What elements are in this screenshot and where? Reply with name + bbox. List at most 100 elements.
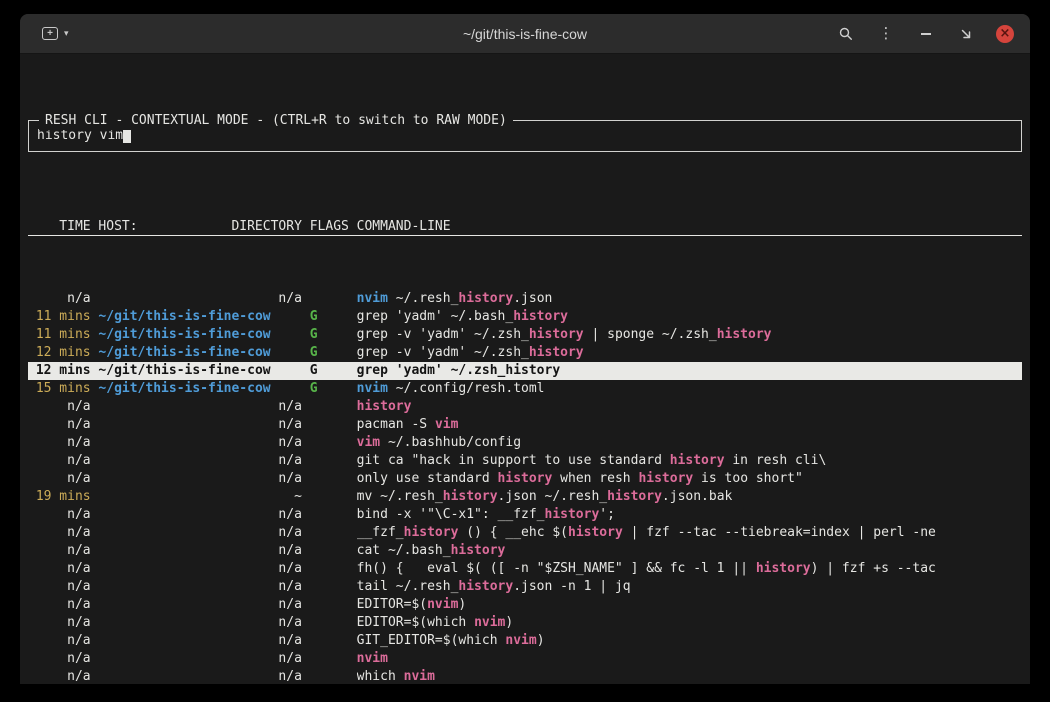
history-row[interactable]: n/an/acat ~/.bash_history bbox=[28, 542, 1022, 560]
row-command: bind -x '"\C-x1": __fzf_history'; bbox=[357, 506, 1022, 524]
search-box: RESH CLI - CONTEXTUAL MODE - (CTRL+R to … bbox=[28, 120, 1022, 152]
new-tab-icon: + bbox=[42, 27, 58, 40]
history-row[interactable]: n/an/awhich nvim bbox=[28, 668, 1022, 684]
row-command: EDITOR=$(which nvim) bbox=[357, 614, 1022, 632]
history-row[interactable]: n/a n/a GIT_EDITOR=$(which nvim) bbox=[28, 632, 1022, 650]
row-host-directory: n/a bbox=[98, 398, 301, 416]
row-time: n/a bbox=[28, 398, 91, 416]
row-command: tail ~/.resh_history.json -n 1 | jq bbox=[357, 578, 1022, 596]
text-cursor bbox=[123, 128, 131, 143]
row-host-directory: n/a bbox=[98, 650, 301, 668]
history-row[interactable]: 11 mins~/git/this-is-fine-cowGgrep -v 'y… bbox=[28, 326, 1022, 344]
history-row-selected[interactable]: 12 mins~/git/this-is-fine-cowGgrep 'yadm… bbox=[28, 362, 1022, 380]
row-time: n/a bbox=[28, 542, 91, 560]
history-row[interactable]: n/an/agit ca "hack in support to use sta… bbox=[28, 452, 1022, 470]
minimize-button[interactable] bbox=[916, 24, 936, 44]
row-host-directory: n/a bbox=[98, 524, 301, 542]
row-host-directory: n/a bbox=[98, 416, 301, 434]
history-row[interactable]: n/an/aEDITOR=$(nvim) bbox=[28, 596, 1022, 614]
row-flags bbox=[310, 524, 349, 542]
row-host-directory: ~/git/this-is-fine-cow bbox=[98, 380, 301, 398]
history-row[interactable]: n/a n/a vim ~/.bashhub/config bbox=[28, 434, 1022, 452]
row-command: GIT_EDITOR=$(which nvim) bbox=[357, 632, 1022, 650]
row-time: n/a bbox=[28, 632, 91, 650]
row-flags bbox=[310, 596, 349, 614]
minimize-icon bbox=[921, 33, 931, 35]
row-time: n/a bbox=[28, 506, 91, 524]
terminal-window: + ▾ ~/git/this-is-fine-cow ⋮ bbox=[20, 14, 1030, 684]
history-row[interactable]: n/a n/a tail ~/.resh_history.json -n 1 | j… bbox=[28, 578, 1022, 596]
row-host-directory: n/a bbox=[98, 578, 301, 596]
row-host-directory: n/a bbox=[98, 434, 301, 452]
row-time: n/a bbox=[28, 290, 91, 308]
search-query: history vim bbox=[37, 128, 123, 143]
history-row[interactable]: n/an/apacman -S vim bbox=[28, 416, 1022, 434]
row-host-directory: n/a bbox=[98, 596, 301, 614]
close-icon: × bbox=[1000, 27, 1011, 40]
row-time: 15 mins bbox=[28, 380, 91, 398]
row-host-directory: n/a bbox=[98, 668, 301, 684]
history-row[interactable]: n/a n/a __fzf_history () { __ehc $(history… bbox=[28, 524, 1022, 542]
row-flags bbox=[310, 506, 349, 524]
history-row[interactable]: n/an/aonly use standard history when res… bbox=[28, 470, 1022, 488]
row-command: mv ~/.resh_history.json ~/.resh_history.… bbox=[357, 488, 1022, 506]
row-command: grep -v 'yadm' ~/.zsh_history | sponge ~… bbox=[357, 326, 1022, 344]
row-flags: G bbox=[310, 326, 349, 344]
history-row[interactable]: n/a n/a history bbox=[28, 398, 1022, 416]
history-row[interactable]: n/an/afh() { eval $( ([ -n "$ZSH_NAME" ]… bbox=[28, 560, 1022, 578]
row-host-directory: n/a bbox=[98, 470, 301, 488]
header-host-directory: HOST: DIRECTORY bbox=[98, 218, 301, 235]
row-host-directory: n/a bbox=[98, 290, 301, 308]
row-command: pacman -S vim bbox=[357, 416, 1022, 434]
search-button[interactable] bbox=[836, 24, 856, 44]
row-command: nvim bbox=[357, 650, 1022, 668]
row-command: EDITOR=$(nvim) bbox=[357, 596, 1022, 614]
row-time: n/a bbox=[28, 560, 91, 578]
row-command: __fzf_history () { __ehc $(history | fzf… bbox=[357, 524, 1022, 542]
history-row[interactable]: n/an/anvim ~/.resh_history.json bbox=[28, 290, 1022, 308]
row-time: n/a bbox=[28, 668, 91, 684]
history-row[interactable]: n/a n/a bind -x '"\C-x1": __fzf_history'; bbox=[28, 506, 1022, 524]
row-command: nvim ~/.config/resh.toml bbox=[357, 380, 1022, 398]
history-row[interactable]: 11 mins~/git/this-is-fine-cowGgrep 'yadm… bbox=[28, 308, 1022, 326]
new-tab-button[interactable]: + ▾ bbox=[40, 25, 71, 42]
row-host-directory: ~/git/this-is-fine-cow bbox=[98, 326, 301, 344]
row-host-directory: n/a bbox=[98, 632, 301, 650]
history-row[interactable]: 19 mins ~ mv ~/.resh_history.json ~/.resh_… bbox=[28, 488, 1022, 506]
row-host-directory: n/a bbox=[98, 506, 301, 524]
close-button[interactable]: × bbox=[996, 25, 1014, 43]
header-directory: DIRECTORY bbox=[231, 218, 301, 235]
row-command: grep -v 'yadm' ~/.zsh_history bbox=[357, 344, 1022, 362]
row-time: n/a bbox=[28, 470, 91, 488]
row-command: grep 'yadm' ~/.bash_history bbox=[357, 308, 1022, 326]
chevron-down-icon: ▾ bbox=[64, 29, 69, 39]
row-time: 19 mins bbox=[28, 488, 91, 506]
row-time: 11 mins bbox=[28, 308, 91, 326]
row-command: history bbox=[357, 398, 1022, 416]
row-flags bbox=[310, 668, 349, 684]
table-header: TIME HOST:DIRECTORY FLAGS COMMAND-LINE bbox=[28, 218, 1022, 236]
menu-button[interactable]: ⋮ bbox=[876, 24, 896, 44]
row-time: n/a bbox=[28, 614, 91, 632]
row-time: n/a bbox=[28, 578, 91, 596]
row-host-directory: ~/git/this-is-fine-cow bbox=[98, 308, 301, 326]
history-row[interactable]: 15 mins~/git/this-is-fine-cowGnvim ~/.co… bbox=[28, 380, 1022, 398]
row-command: git ca "hack in support to use standard … bbox=[357, 452, 1022, 470]
restore-button[interactable] bbox=[956, 24, 976, 44]
history-row[interactable]: n/an/anvim bbox=[28, 650, 1022, 668]
row-flags bbox=[310, 416, 349, 434]
row-flags bbox=[310, 560, 349, 578]
search-icon bbox=[838, 26, 854, 42]
header-host: HOST: bbox=[98, 218, 137, 235]
row-flags: G bbox=[310, 362, 349, 380]
row-command: cat ~/.bash_history bbox=[357, 542, 1022, 560]
kebab-menu-icon: ⋮ bbox=[879, 26, 894, 41]
row-host-directory: ~ bbox=[98, 488, 301, 506]
history-row[interactable]: 12 mins~/git/this-is-fine-cowGgrep -v 'y… bbox=[28, 344, 1022, 362]
history-row[interactable]: n/an/aEDITOR=$(which nvim) bbox=[28, 614, 1022, 632]
restore-icon bbox=[959, 27, 973, 41]
row-command: vim ~/.bashhub/config bbox=[357, 434, 1022, 452]
row-flags bbox=[310, 470, 349, 488]
row-time: n/a bbox=[28, 524, 91, 542]
row-time: n/a bbox=[28, 434, 91, 452]
